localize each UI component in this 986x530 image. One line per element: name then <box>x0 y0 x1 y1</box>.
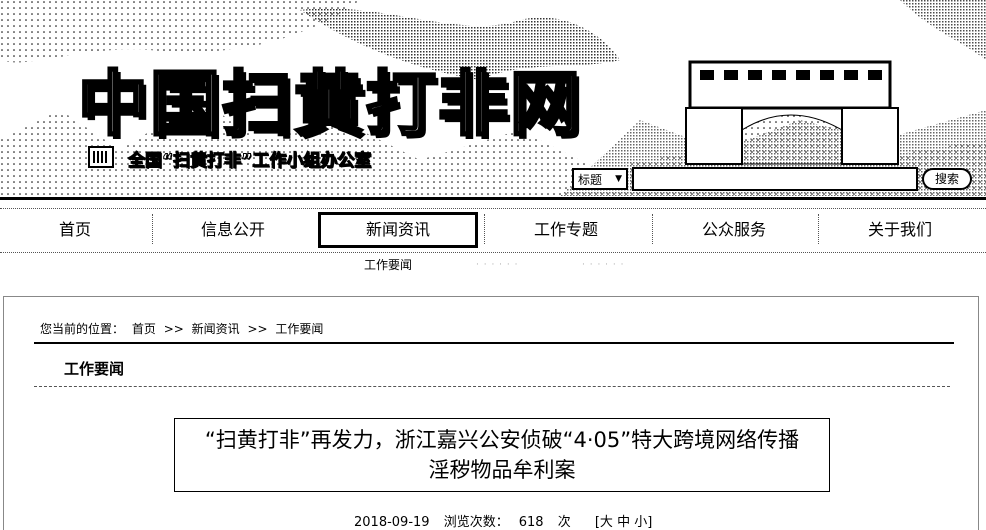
breadcrumb: 您当前的位置： 首页 >> 新闻资讯 >> 工作要闻 <box>40 320 327 337</box>
nav-item-news[interactable]: 新闻资讯 <box>318 212 478 248</box>
font-size-medium[interactable]: 中 <box>617 515 630 530</box>
section-title: 工作要闻 <box>64 360 125 378</box>
breadcrumb-link-work-news[interactable]: 工作要闻 <box>275 322 323 336</box>
search-button[interactable]: 搜索 <box>922 168 972 190</box>
search-field-label: 标题 <box>578 172 603 187</box>
article-title: “扫黄打非”再发力，浙江嘉兴公安侦破“4·05”特大跨境网络传播淫秽物品牟利案 <box>174 418 830 492</box>
nav-item-info-disclosure[interactable]: 信息公开 <box>153 212 313 248</box>
dropdown-arrow-icon: ▼ <box>615 174 622 184</box>
article-meta: 2018-09-19 浏览次数： 618 次 [大 中 小] <box>354 511 662 530</box>
nav-separator <box>818 214 819 244</box>
section-divider <box>34 342 954 344</box>
nav-bottom-divider <box>0 252 986 253</box>
nav-item-work-topics[interactable]: 工作专题 <box>486 212 646 248</box>
search-bar: 标题 ▼ 搜索 <box>572 166 972 192</box>
view-count: 浏览次数： 618 次 <box>444 515 585 530</box>
nav-separator <box>652 214 653 244</box>
subnav-item[interactable]: · · · · · · <box>476 256 518 274</box>
view-count-value: 618 <box>518 515 544 530</box>
site-banner: 中国扫黄打非网 全国“扫黄打非”工作小组办公室 标题 ▼ 搜索 <box>0 0 986 200</box>
view-count-unit: 次 <box>557 515 571 530</box>
nav-item-home[interactable]: 首页 <box>0 212 155 248</box>
bracket: ] <box>647 515 653 530</box>
font-size-small[interactable]: 小 <box>634 515 647 530</box>
breadcrumb-separator: >> <box>247 322 268 336</box>
main-nav: 首页 信息公开 新闻资讯 工作专题 公众服务 关于我们 <box>0 208 986 253</box>
office-name: 全国“扫黄打非”工作小组办公室 <box>127 151 372 172</box>
nav-item-about-us[interactable]: 关于我们 <box>820 212 980 248</box>
nav-separator <box>484 214 485 244</box>
font-size-switcher: [大 中 小] <box>595 515 652 530</box>
nav-top-divider <box>0 208 986 209</box>
search-input[interactable] <box>632 167 918 191</box>
article-date: 2018-09-19 <box>354 515 430 530</box>
search-field-select[interactable]: 标题 ▼ <box>572 168 628 190</box>
view-count-label: 浏览次数： <box>443 515 509 530</box>
subnav-item[interactable]: · · · · · · <box>582 256 624 274</box>
subnav-item-work-news[interactable]: 工作要闻 <box>364 256 412 274</box>
nav-item-public-services[interactable]: 公众服务 <box>654 212 814 248</box>
breadcrumb-link-home[interactable]: 首页 <box>132 322 156 336</box>
seal-icon <box>88 146 114 168</box>
font-size-large[interactable]: 大 <box>600 515 613 530</box>
breadcrumb-prefix: 您当前的位置： <box>40 322 125 336</box>
breadcrumb-separator: >> <box>163 322 184 336</box>
breadcrumb-link-news[interactable]: 新闻资讯 <box>192 322 240 336</box>
section-dashed-divider <box>34 386 950 387</box>
sub-nav: 工作要闻 · · · · · · · · · · · · <box>0 256 986 276</box>
site-title: 中国扫黄打非网 <box>77 62 582 147</box>
